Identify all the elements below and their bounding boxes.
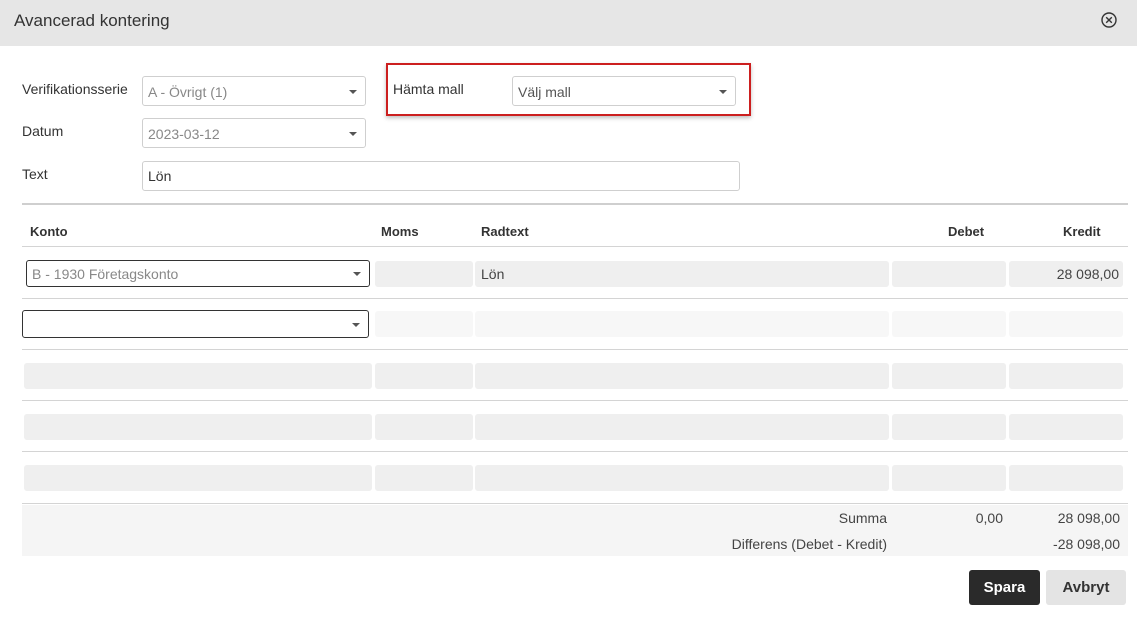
dialog-header: Avancerad kontering [0, 0, 1137, 46]
row-divider [22, 349, 1128, 350]
col-header-konto: Konto [30, 224, 68, 239]
moms-cell[interactable] [375, 414, 473, 440]
save-button[interactable]: Spara [969, 570, 1040, 605]
series-select[interactable]: A - Övrigt (1) [142, 76, 366, 106]
radtext-value: Lön [481, 266, 505, 282]
account-cell[interactable] [24, 363, 372, 389]
text-input[interactable] [142, 161, 740, 191]
header-divider [22, 246, 1128, 247]
close-icon[interactable] [1100, 11, 1118, 29]
text-label: Text [22, 166, 48, 182]
row-divider [22, 400, 1128, 401]
date-label: Datum [22, 123, 64, 139]
kredit-cell[interactable]: 28 098,00 [1009, 261, 1123, 287]
summa-kredit: 28 098,00 [1057, 510, 1120, 526]
row-divider [22, 298, 1128, 299]
caret-down-icon [349, 132, 357, 136]
account-value: B - 1930 Företagskonto [32, 266, 179, 282]
account-select[interactable]: B - 1930 Företagskonto [26, 260, 370, 287]
kredit-cell[interactable] [1009, 363, 1123, 389]
summa-label: Summa [838, 510, 887, 526]
account-select[interactable] [22, 310, 369, 338]
col-header-debet: Debet [948, 224, 985, 239]
form-divider [22, 203, 1128, 205]
account-cell[interactable] [24, 465, 372, 491]
col-header-radtext: Radtext [481, 224, 529, 239]
col-header-kredit: Kredit [1063, 224, 1101, 239]
kredit-cell[interactable] [1009, 414, 1123, 440]
debet-cell[interactable] [892, 414, 1006, 440]
moms-cell[interactable] [375, 311, 473, 337]
dialog-title: Avancerad kontering [14, 11, 170, 30]
date-select[interactable]: 2023-03-12 [142, 118, 366, 148]
template-highlight-box [386, 63, 751, 116]
kredit-cell[interactable] [1009, 465, 1123, 491]
radtext-cell[interactable] [475, 465, 889, 491]
debet-cell[interactable] [892, 363, 1006, 389]
caret-down-icon [349, 90, 357, 94]
diff-label: Differens (Debet - Kredit) [731, 536, 887, 552]
debet-cell[interactable] [892, 465, 1006, 491]
cancel-button[interactable]: Avbryt [1046, 570, 1126, 605]
kredit-value: 28 098,00 [1056, 266, 1119, 282]
row-divider [22, 503, 1128, 504]
radtext-cell[interactable]: Lön [475, 261, 889, 287]
series-value: A - Övrigt (1) [148, 84, 228, 100]
diff-kredit: -28 098,00 [1053, 536, 1120, 552]
col-header-moms: Moms [381, 224, 419, 239]
summa-debet: 0,00 [975, 510, 1003, 526]
radtext-cell[interactable] [475, 363, 889, 389]
debet-cell[interactable] [892, 261, 1006, 287]
date-value: 2023-03-12 [148, 126, 220, 142]
radtext-cell[interactable] [475, 311, 889, 337]
summary-panel [22, 505, 1128, 556]
account-cell[interactable] [24, 414, 372, 440]
series-label: Verifikationsserie [22, 81, 128, 97]
debet-cell[interactable] [892, 311, 1006, 337]
moms-cell[interactable] [375, 363, 473, 389]
radtext-cell[interactable] [475, 414, 889, 440]
row-divider [22, 451, 1128, 452]
moms-cell[interactable] [375, 261, 473, 287]
caret-down-icon [352, 323, 360, 327]
kredit-cell[interactable] [1009, 311, 1123, 337]
caret-down-icon [353, 272, 361, 276]
moms-cell[interactable] [375, 465, 473, 491]
